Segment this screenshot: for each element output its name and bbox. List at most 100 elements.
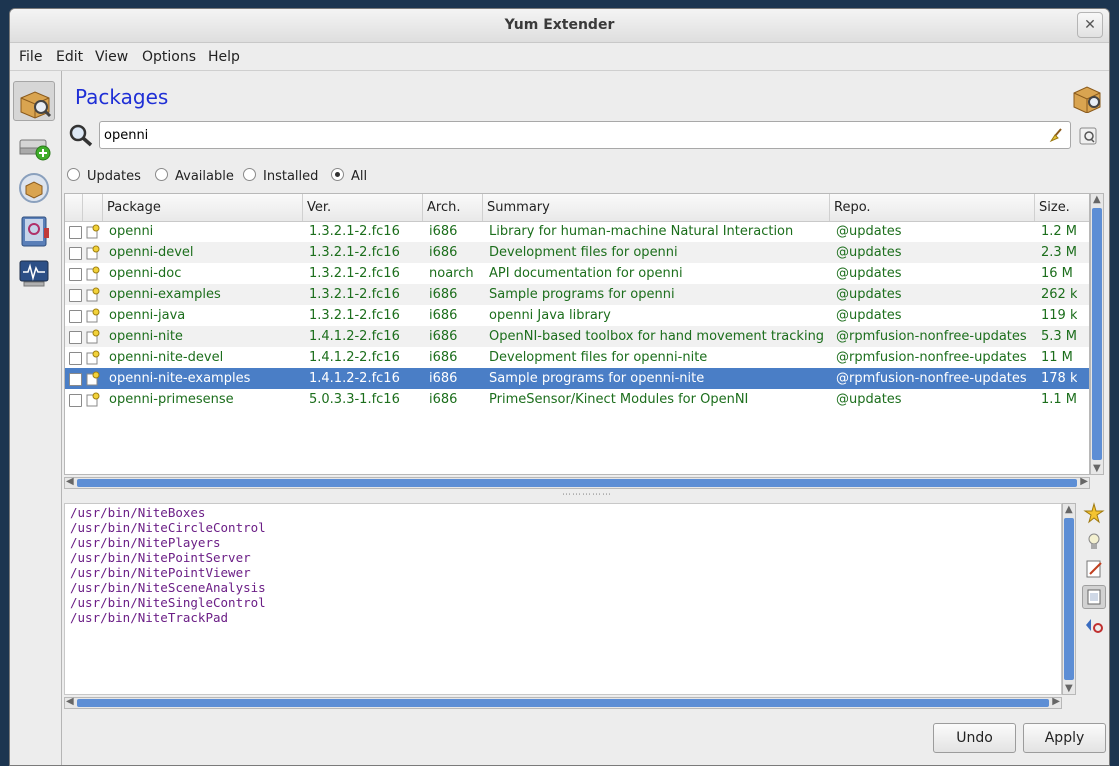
clear-broom-icon[interactable] [1048, 127, 1064, 143]
sidebar-item-repositories[interactable] [13, 125, 55, 165]
sidebar-item-packages[interactable] [13, 81, 55, 121]
scroll-down-icon[interactable]: ▼ [1093, 463, 1101, 474]
info-tool-updateinfo[interactable] [1082, 529, 1106, 553]
menu-help[interactable]: Help [208, 49, 240, 65]
menu-view[interactable]: View [95, 49, 128, 65]
info-tool-requirements[interactable] [1082, 613, 1106, 637]
row-checkbox[interactable] [69, 352, 82, 365]
search-options-button[interactable] [1078, 126, 1098, 150]
radio-available[interactable] [155, 168, 168, 181]
cell-arch: noarch [429, 266, 474, 281]
filter-label: Installed [263, 169, 319, 184]
cell-repo: @updates [836, 266, 902, 281]
cell-version: 1.4.1.2-2.fc16 [309, 371, 400, 386]
cell-arch: i686 [429, 308, 458, 323]
radio-updates[interactable] [67, 168, 80, 181]
scroll-down-icon[interactable]: ▼ [1065, 683, 1073, 694]
package-state-icon [86, 308, 100, 323]
col-header-check[interactable] [65, 194, 83, 221]
filter-available[interactable]: Available [155, 168, 234, 184]
cell-size: 16 M [1041, 266, 1073, 281]
table-horizontal-scrollbar[interactable]: ◀ ▶ [64, 476, 1090, 489]
row-checkbox[interactable] [69, 373, 82, 386]
filter-installed[interactable]: Installed [243, 168, 318, 184]
search-input[interactable] [104, 126, 1034, 144]
cell-arch: i686 [429, 350, 458, 365]
col-header-repo[interactable]: Repo. [830, 194, 1035, 221]
col-header-version[interactable]: Ver. [303, 194, 423, 221]
file-path: /usr/bin/NiteTrackPad [70, 610, 229, 625]
scrollbar-thumb[interactable] [1064, 518, 1074, 680]
filter-all[interactable]: All [331, 168, 367, 184]
app-window: Yum Extender ✕ File Edit View Options He… [9, 8, 1110, 766]
undo-button[interactable]: Undo [933, 723, 1016, 753]
scroll-up-icon[interactable]: ▲ [1065, 504, 1073, 515]
package-state-icon [86, 287, 100, 302]
table-row[interactable]: openni-devel 1.3.2.1-2.fc16 i686 Developmen… [65, 242, 1089, 263]
file-list-icon [1087, 589, 1101, 605]
filter-label: All [351, 169, 368, 184]
monitor-output-icon [19, 260, 49, 287]
sidebar-item-history[interactable] [13, 211, 55, 251]
row-checkbox[interactable] [69, 247, 82, 260]
row-checkbox[interactable] [69, 331, 82, 344]
table-row[interactable]: openni-java 1.3.2.1-2.fc16 i686 openni Java… [65, 305, 1089, 326]
pane-splitter-handle[interactable]: ⋯⋯⋯⋯⋯ [562, 490, 612, 500]
row-checkbox[interactable] [69, 289, 82, 302]
info-tool-changelog[interactable] [1082, 557, 1106, 581]
table-row[interactable]: openni 1.3.2.1-2.fc16 i686 Library for huma… [65, 221, 1089, 242]
cell-version: 5.0.3.3-1.fc16 [309, 392, 400, 407]
row-checkbox[interactable] [69, 394, 82, 407]
radio-all[interactable] [331, 168, 344, 181]
filter-updates[interactable]: Updates [67, 168, 141, 184]
menu-options[interactable]: Options [142, 49, 196, 65]
col-header-package[interactable]: Package [103, 194, 303, 221]
row-checkbox[interactable] [69, 226, 82, 239]
table-row[interactable]: openni-examples 1.3.2.1-2.fc16 i686 Sample … [65, 284, 1089, 305]
table-row[interactable]: openni-doc 1.3.2.1-2.fc16 noarch API docume… [65, 263, 1089, 284]
scroll-right-icon[interactable]: ▶ [1080, 476, 1088, 487]
table-vertical-scrollbar[interactable]: ▲ ▼ [1090, 193, 1104, 475]
cell-repo: @rpmfusion-nonfree-updates [836, 329, 1027, 344]
scroll-up-icon[interactable]: ▲ [1093, 194, 1101, 205]
scroll-left-icon[interactable]: ◀ [66, 696, 74, 707]
cell-package: openni-nite [109, 329, 183, 344]
star-icon [1083, 502, 1105, 524]
menu-bar: File Edit View Options Help [10, 43, 1109, 71]
close-button[interactable]: ✕ [1077, 12, 1103, 38]
search-field[interactable] [99, 121, 1071, 149]
radio-installed[interactable] [243, 168, 256, 181]
row-checkbox[interactable] [69, 310, 82, 323]
scrollbar-thumb[interactable] [77, 699, 1049, 707]
scrollbar-thumb[interactable] [77, 479, 1077, 487]
sidebar-item-groups[interactable] [13, 167, 55, 207]
cell-size: 1.1 M [1041, 392, 1078, 407]
lightbulb-icon [1088, 533, 1100, 549]
col-header-size[interactable]: Size. [1035, 194, 1089, 221]
table-row[interactable]: openni-nite-devel 1.4.1.2-2.fc16 i686 Devel… [65, 347, 1089, 368]
cell-repo: @updates [836, 287, 902, 302]
table-row[interactable]: openni-primesense 5.0.3.3-1.fc16 i686 Prime… [65, 389, 1089, 410]
files-horizontal-scrollbar[interactable]: ◀ ▶ [64, 696, 1062, 709]
info-tool-description[interactable] [1082, 501, 1106, 525]
sidebar-item-output[interactable] [13, 253, 55, 293]
table-row[interactable]: openni-nite-examples 1.4.1.2-2.fc16 i686 Sa… [65, 368, 1089, 389]
files-vertical-scrollbar[interactable]: ▲ ▼ [1062, 503, 1076, 695]
cell-size: 11 M [1041, 350, 1073, 365]
info-tool-files[interactable] [1082, 585, 1106, 609]
col-header-summary[interactable]: Summary [483, 194, 830, 221]
cell-version: 1.3.2.1-2.fc16 [309, 245, 400, 260]
window-title: Yum Extender [504, 17, 615, 33]
scroll-left-icon[interactable]: ◀ [66, 476, 74, 487]
scrollbar-thumb[interactable] [1092, 208, 1102, 460]
scroll-right-icon[interactable]: ▶ [1052, 696, 1060, 707]
row-checkbox[interactable] [69, 268, 82, 281]
col-header-arch[interactable]: Arch. [423, 194, 483, 221]
package-state-icon [86, 224, 100, 239]
cell-package: openni-nite-devel [109, 350, 224, 365]
col-header-icon[interactable] [83, 194, 103, 221]
table-row[interactable]: openni-nite 1.4.1.2-2.fc16 i686 OpenNI-base… [65, 326, 1089, 347]
menu-file[interactable]: File [19, 49, 42, 65]
apply-button[interactable]: Apply [1023, 723, 1106, 753]
menu-edit[interactable]: Edit [56, 49, 83, 65]
